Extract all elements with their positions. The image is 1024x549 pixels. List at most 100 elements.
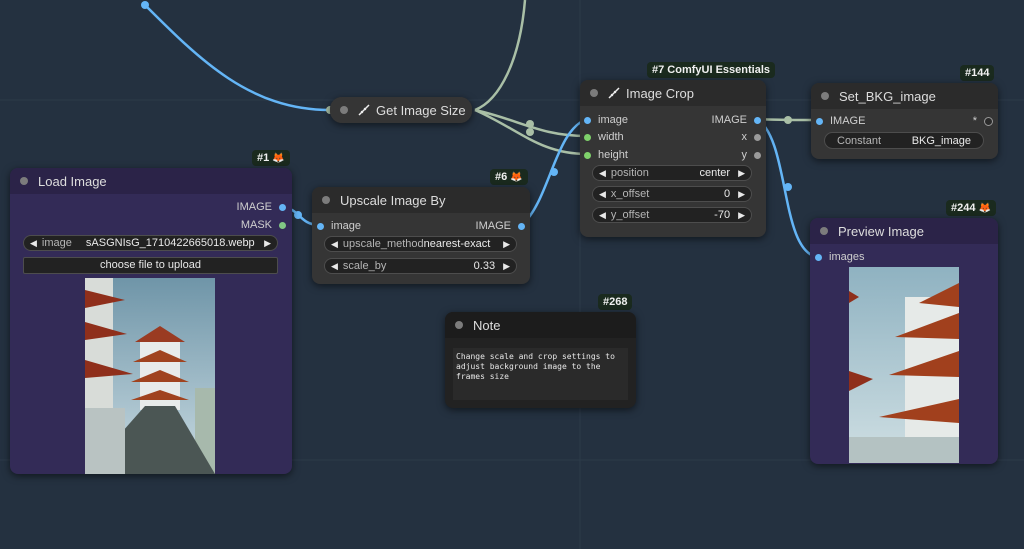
arrow-right-icon[interactable]: ▶ <box>264 238 271 249</box>
widget-value: 0 <box>723 188 731 200</box>
note-node[interactable]: Note Change scale and crop settings to a… <box>445 312 636 408</box>
slot-dot[interactable] <box>754 151 761 159</box>
fox-icon: 🦊 <box>510 171 523 183</box>
arrow-right-icon[interactable]: ▶ <box>503 239 510 250</box>
input-width[interactable]: width <box>584 131 624 143</box>
slot-dot[interactable] <box>317 222 324 230</box>
collapse-dot[interactable] <box>820 227 828 235</box>
slot-label: images <box>829 251 865 263</box>
node-id-badge: #6 🦊 <box>490 169 528 185</box>
arrow-left-icon[interactable]: ◀ <box>599 210 606 221</box>
node-header[interactable]: Set_BKG_image <box>811 83 998 109</box>
slot-dot[interactable] <box>279 221 286 229</box>
arrow-right-icon[interactable]: ▶ <box>738 189 745 200</box>
arrow-left-icon[interactable]: ◀ <box>331 239 338 250</box>
widget-label: Constant <box>837 134 882 147</box>
input-image[interactable]: image <box>584 114 628 126</box>
node-header[interactable]: Upscale Image By <box>312 187 530 213</box>
position-widget[interactable]: ◀ position center ▶ <box>592 165 752 181</box>
arrow-right-icon[interactable]: ▶ <box>738 210 745 221</box>
slot-label: * <box>972 115 977 127</box>
constant-widget[interactable]: Constant BKG_image <box>824 132 984 149</box>
node-header[interactable]: Preview Image <box>810 218 998 244</box>
arrow-left-icon[interactable]: ◀ <box>30 238 37 249</box>
fox-icon: 🦊 <box>272 152 285 164</box>
image-crop-node[interactable]: Image Crop image width height IMAGE x y … <box>580 80 766 237</box>
output-image[interactable]: IMAGE <box>476 220 525 232</box>
node-header[interactable]: Note <box>445 312 636 338</box>
node-title: Note <box>473 317 501 333</box>
collapse-dot[interactable] <box>455 321 463 329</box>
slot-dot[interactable] <box>584 116 591 124</box>
scale-by-widget[interactable]: ◀ scale_by 0.33 ▶ <box>324 258 517 274</box>
widget-label: y_offset <box>610 209 650 221</box>
slot-label: y <box>741 149 748 161</box>
upscale-method-widget[interactable]: ◀ upscale_method nearest-exact ▶ <box>324 236 517 252</box>
ruler-icon <box>608 87 620 99</box>
output-y[interactable]: y <box>741 149 761 161</box>
input-image[interactable]: image <box>317 220 361 232</box>
arrow-left-icon[interactable]: ◀ <box>599 189 606 200</box>
arrow-right-icon[interactable]: ▶ <box>738 168 745 179</box>
widget-label: position <box>610 167 649 179</box>
fox-icon: 🦊 <box>978 202 991 214</box>
slot-dot[interactable] <box>815 253 822 261</box>
x-offset-widget[interactable]: ◀ x_offset 0 ▶ <box>592 186 752 202</box>
node-title: Load Image <box>38 173 107 189</box>
node-header[interactable]: Get Image Size <box>330 97 472 123</box>
node-header[interactable]: Load Image <box>10 168 292 194</box>
upload-button[interactable]: choose file to upload <box>23 257 278 274</box>
preview-output-image <box>849 267 959 463</box>
y-offset-widget[interactable]: ◀ y_offset -70 ▶ <box>592 207 752 223</box>
output-any[interactable]: * <box>973 115 993 127</box>
widget-label: image <box>41 237 72 249</box>
output-mask[interactable]: MASK <box>241 219 286 231</box>
collapse-dot[interactable] <box>20 177 28 185</box>
output-image[interactable]: IMAGE <box>712 114 761 126</box>
upscale-image-by-node[interactable]: Upscale Image By image IMAGE ◀ upscale_m… <box>312 187 530 284</box>
arrow-left-icon[interactable]: ◀ <box>331 261 338 272</box>
preview-image-node[interactable]: Preview Image images <box>810 218 998 464</box>
input-image[interactable]: IMAGE <box>816 115 865 127</box>
node-id-badge: #144 <box>960 65 995 81</box>
note-textarea[interactable]: Change scale and crop settings to adjust… <box>453 348 628 400</box>
output-image[interactable]: IMAGE <box>237 201 286 213</box>
output-x[interactable]: x <box>742 131 761 143</box>
widget-label: scale_by <box>342 260 387 272</box>
node-id-badge: #1 🦊 <box>252 150 290 166</box>
slot-dot[interactable] <box>279 203 286 211</box>
input-images[interactable]: images <box>815 251 864 263</box>
node-id-badge: #268 <box>598 294 633 310</box>
slot-dot[interactable] <box>584 151 591 159</box>
slot-label: IMAGE <box>830 115 866 127</box>
set-bkg-image-node[interactable]: Set_BKG_image IMAGE * Constant BKG_image <box>811 83 998 159</box>
collapse-dot[interactable] <box>340 106 348 114</box>
node-title: Upscale Image By <box>340 192 446 208</box>
arrow-right-icon[interactable]: ▶ <box>503 261 510 272</box>
slot-dot[interactable] <box>584 133 591 141</box>
collapse-dot[interactable] <box>322 196 330 204</box>
slot-label: IMAGE <box>475 220 511 232</box>
get-image-size-node[interactable]: Get Image Size <box>330 97 472 123</box>
node-id-badge: #244 🦊 <box>946 200 996 216</box>
slot-dot[interactable] <box>518 222 525 230</box>
image-select-widget[interactable]: ◀ image sASGNIsG_1710422665018.webp ▶ <box>23 235 278 251</box>
collapse-dot[interactable] <box>590 89 598 97</box>
node-header[interactable]: Image Crop <box>580 80 766 106</box>
slot-label: MASK <box>240 219 272 231</box>
node-title: Image Crop <box>626 85 694 101</box>
input-height[interactable]: height <box>584 149 628 161</box>
widget-value: center <box>699 167 731 179</box>
arrow-left-icon[interactable]: ◀ <box>599 168 606 179</box>
slot-label: image <box>331 220 361 232</box>
node-title: Set_BKG_image <box>839 88 936 104</box>
load-image-node[interactable]: Load Image IMAGE MASK ◀ image sASGNIsG_1… <box>10 168 292 474</box>
slot-dot[interactable] <box>984 116 993 126</box>
slot-dot[interactable] <box>754 133 761 141</box>
slot-label: IMAGE <box>236 201 272 213</box>
image-preview <box>85 278 215 474</box>
widget-value: nearest-exact <box>423 238 491 250</box>
slot-dot[interactable] <box>816 117 823 125</box>
slot-dot[interactable] <box>754 116 761 124</box>
collapse-dot[interactable] <box>821 92 829 100</box>
